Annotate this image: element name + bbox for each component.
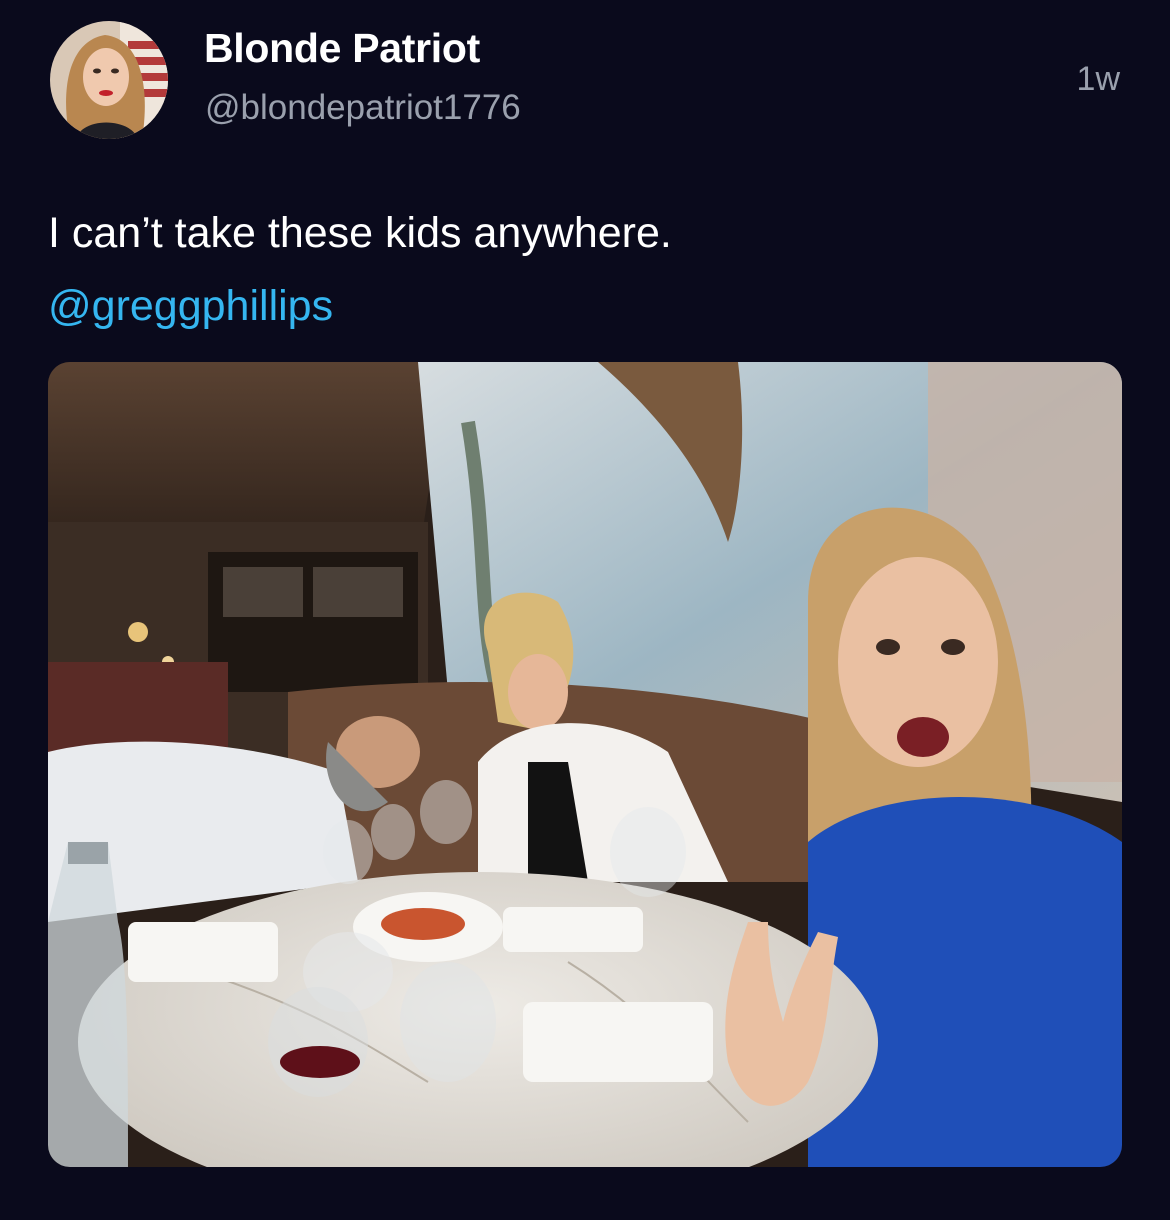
author-handle[interactable]: @blondepatriot1776 — [205, 88, 521, 128]
mention-link[interactable]: @greggphillips — [48, 276, 333, 336]
post-timestamp[interactable]: 1w — [1077, 60, 1120, 99]
author-display-name[interactable]: Blonde Patriot — [204, 25, 480, 72]
avatar-image — [50, 21, 168, 139]
restaurant-photo — [48, 362, 1122, 1167]
post-photo[interactable] — [48, 362, 1122, 1167]
author-avatar[interactable] — [50, 21, 168, 139]
post-text: I can’t take these kids anywhere. — [48, 209, 672, 257]
post-card: Blonde Patriot @blondepatriot1776 1w I c… — [0, 0, 1170, 1220]
